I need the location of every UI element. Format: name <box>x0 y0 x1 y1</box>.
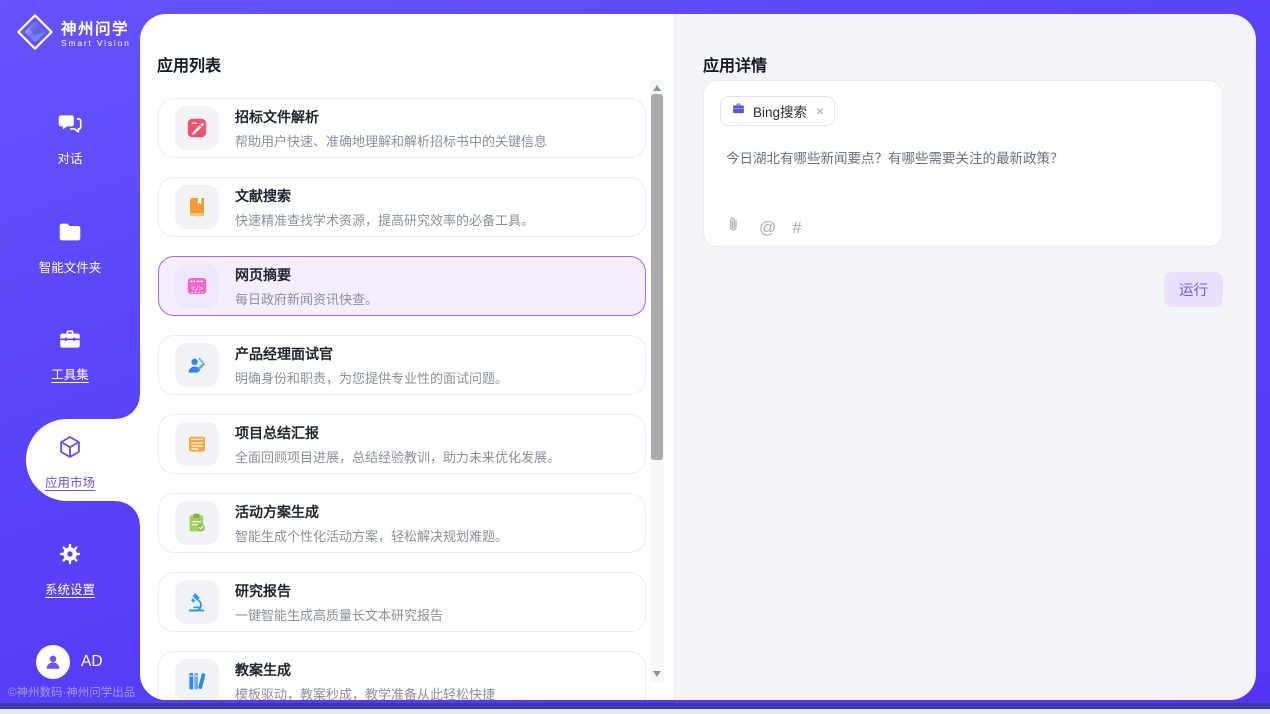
app-name: 研究报告 <box>235 581 443 601</box>
app-description: 全面回顾项目进展，总结经验教训，助力未来优化发展。 <box>235 447 560 466</box>
cube-icon <box>57 434 83 465</box>
list-item[interactable]: 教案生成模板驱动，教案秒成，教学准备从此轻松快捷 <box>158 651 646 700</box>
chat-bubble-icon <box>57 110 83 141</box>
app-list: 招标文件解析帮助用户快速、准确地理解和解析招标书中的关键信息文献搜索快速精准查找… <box>158 98 646 700</box>
app-name: 招标文件解析 <box>235 107 547 127</box>
sidebar: 神州问学 Smart Vision 对话智能文件夹工具集应用市场系统设置 AD … <box>0 0 140 704</box>
app-detail-title: 应用详情 <box>703 52 767 76</box>
sidebar-item-gear[interactable]: 系统设置 <box>0 541 140 598</box>
attachment-toolbar: @ # <box>724 215 802 239</box>
copyright-text: ©神州数码·神州问学出品 <box>8 684 135 700</box>
list-item[interactable]: 活动方案生成智能生成个性化活动方案，轻松解决规划难题。 <box>158 493 646 553</box>
svg-text:</>: </> <box>191 284 203 292</box>
sidebar-item-label: 对话 <box>57 148 82 167</box>
tag-close-icon[interactable]: × <box>816 104 824 118</box>
list-item[interactable]: 研究报告一键智能生成高质量长文本研究报告 <box>158 572 646 632</box>
brand-name: 神州问学 <box>61 21 131 38</box>
brand-subtitle: Smart Vision <box>61 38 131 48</box>
activity-icon <box>175 501 219 545</box>
folder-icon <box>57 219 83 250</box>
app-description: 每日政府新闻资讯快查。 <box>235 289 378 308</box>
page-edge <box>0 709 1270 714</box>
list-item[interactable]: 招标文件解析帮助用户快速、准确地理解和解析招标书中的关键信息 <box>158 98 646 158</box>
gear-icon <box>57 541 83 572</box>
sidebar-item-folder[interactable]: 智能文件夹 <box>0 219 140 276</box>
brand-logo: 神州问学 Smart Vision <box>16 13 131 56</box>
hash-topic-icon[interactable]: # <box>792 218 801 237</box>
lesson-icon <box>175 659 219 700</box>
app-detail-panel: 应用详情 Bing搜索 × 今日湖北有哪些新闻要点？有哪些需要关注的最新政策？ … <box>674 14 1256 700</box>
sidebar-item-label: 应用市场 <box>45 472 95 491</box>
interviewer-icon <box>175 343 219 387</box>
app-list-panel: 应用列表 招标文件解析帮助用户快速、准确地理解和解析招标书中的关键信息文献搜索快… <box>140 14 674 700</box>
paperclip-icon[interactable] <box>724 215 743 239</box>
content-area: 应用列表 招标文件解析帮助用户快速、准确地理解和解析招标书中的关键信息文献搜索快… <box>140 14 1256 700</box>
scroll-up-arrow-icon[interactable] <box>653 85 661 91</box>
app-name: 产品经理面试官 <box>235 344 508 364</box>
user-initials: AD <box>81 653 103 671</box>
sidebar-item-label: 工具集 <box>51 364 89 383</box>
bid-doc-icon <box>175 106 219 150</box>
tool-tag-label: Bing搜索 <box>753 101 807 121</box>
query-input-card[interactable]: Bing搜索 × 今日湖北有哪些新闻要点？有哪些需要关注的最新政策？ @ # <box>703 80 1223 247</box>
summary-icon <box>175 422 219 466</box>
app-name: 教案生成 <box>235 660 495 680</box>
at-mention-icon[interactable]: @ <box>759 218 776 237</box>
app-name: 活动方案生成 <box>235 502 508 522</box>
sidebar-item-label: 系统设置 <box>45 579 95 598</box>
webpage-icon: </> <box>175 264 219 308</box>
tab-curve-top <box>116 395 140 419</box>
briefcase-icon <box>731 101 746 121</box>
list-item[interactable]: </> 网页摘要每日政府新闻资讯快查。 <box>158 256 646 316</box>
toolbox-icon <box>57 326 83 357</box>
app-description: 帮助用户快速、准确地理解和解析招标书中的关键信息 <box>235 131 547 150</box>
app-name: 项目总结汇报 <box>235 423 560 443</box>
app-name: 网页摘要 <box>235 265 378 285</box>
scroll-down-arrow-icon[interactable] <box>653 671 661 677</box>
sidebar-item-chat-bubble[interactable]: 对话 <box>0 110 140 167</box>
tool-tag-bing-search[interactable]: Bing搜索 × <box>720 96 835 126</box>
avatar <box>36 645 70 679</box>
run-row: 运行 <box>703 272 1223 307</box>
sidebar-item-label: 智能文件夹 <box>39 257 102 276</box>
scrollbar[interactable] <box>650 80 664 682</box>
app-description: 模板驱动，教案秒成，教学准备从此轻松快捷 <box>235 684 495 701</box>
sidebar-item-toolbox[interactable]: 工具集 <box>0 326 140 383</box>
app-description: 快速精准查找学术资源，提高研究效率的必备工具。 <box>235 210 534 229</box>
sidebar-item-cube[interactable]: 应用市场 <box>0 434 140 491</box>
list-item[interactable]: 产品经理面试官明确身份和职责，为您提供专业性的面试问题。 <box>158 335 646 395</box>
app-description: 一键智能生成高质量长文本研究报告 <box>235 605 443 624</box>
run-button[interactable]: 运行 <box>1164 272 1223 307</box>
list-item[interactable]: 文献搜索快速精准查找学术资源，提高研究效率的必备工具。 <box>158 177 646 237</box>
app-description: 智能生成个性化活动方案，轻松解决规划难题。 <box>235 526 508 545</box>
app-list-title: 应用列表 <box>157 52 221 76</box>
literature-icon <box>175 185 219 229</box>
query-text[interactable]: 今日湖北有哪些新闻要点？有哪些需要关注的最新政策？ <box>726 149 1204 168</box>
list-item[interactable]: 项目总结汇报全面回顾项目进展，总结经验教训，助力未来优化发展。 <box>158 414 646 474</box>
diamond-logo-icon <box>16 13 54 56</box>
research-icon <box>175 580 219 624</box>
scrollbar-thumb[interactable] <box>651 94 663 460</box>
user-account[interactable]: AD <box>36 645 103 679</box>
app-description: 明确身份和职责，为您提供专业性的面试问题。 <box>235 368 508 387</box>
tab-curve-bottom <box>116 501 140 525</box>
app-name: 文献搜索 <box>235 186 534 206</box>
